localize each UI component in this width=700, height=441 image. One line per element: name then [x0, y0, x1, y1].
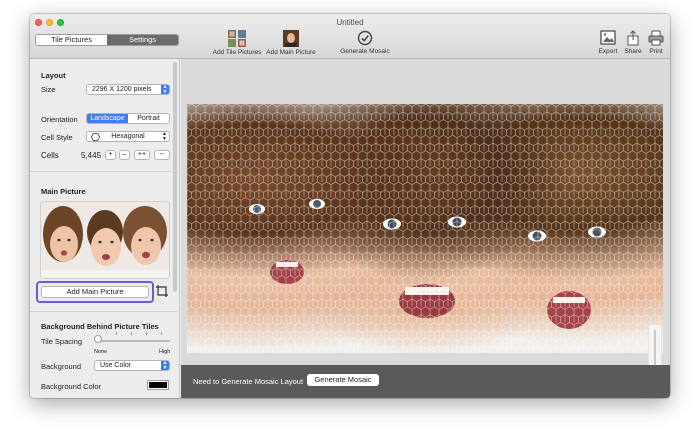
color-swatch	[149, 382, 167, 388]
sidebar-add-main-picture-button[interactable]: Add Main Picture	[41, 286, 149, 298]
status-generate-mosaic-button[interactable]: Generate Mosaic	[307, 374, 379, 386]
status-message: Need to Generate Mosaic Layout	[193, 377, 304, 386]
crop-icon[interactable]	[155, 284, 169, 298]
sidebar-tab-switcher: Tile Pictures Settings	[35, 34, 179, 46]
app-window: Untitled Tile Pictures Settings Add Tile…	[30, 14, 670, 398]
cells-decrease-button[interactable]: –	[119, 150, 130, 160]
section-divider	[30, 171, 178, 172]
section-divider	[30, 311, 178, 312]
window-title: Untitled	[336, 18, 364, 27]
slider-tick	[146, 332, 147, 335]
size-select[interactable]: 2296 X 1200 pixels ▲ ▼	[86, 84, 170, 95]
tile-spacing-label: Tile Spacing	[41, 337, 82, 346]
slider-tick	[131, 332, 132, 335]
main-picture-section-title: Main Picture	[41, 187, 86, 196]
export-button[interactable]: Export	[596, 30, 620, 55]
cell-style-label: Cell Style	[41, 133, 73, 142]
cells-increase-more-button[interactable]: ++	[134, 150, 150, 160]
slider-tick	[116, 332, 117, 335]
sidebar-scrollbar[interactable]	[173, 62, 177, 292]
cells-label: Cells	[41, 151, 59, 160]
portrait-picture-icon	[283, 30, 299, 47]
cells-increase-button[interactable]: +	[105, 150, 116, 160]
size-select-value: 2296 X 1200 pixels	[92, 86, 152, 93]
share-button[interactable]: Share	[622, 30, 644, 55]
background-color-well[interactable]	[147, 380, 169, 390]
generate-mosaic-label: Generate Mosaic	[340, 48, 390, 55]
orientation-landscape[interactable]: Landscape	[87, 114, 128, 123]
status-bar: Need to Generate Mosaic Layout Generate …	[181, 365, 670, 398]
tile-spacing-min-label: None	[94, 349, 108, 355]
mosaic-canvas-area: Need to Generate Mosaic Layout Generate …	[181, 59, 670, 398]
export-label: Export	[598, 48, 618, 55]
three-children-photo	[41, 202, 169, 278]
select-arrows-icon: ▲ ▼	[161, 84, 169, 95]
background-select[interactable]: Use Color ▲ ▼	[94, 360, 170, 371]
export-image-icon	[600, 30, 616, 45]
printer-icon	[648, 30, 664, 46]
tab-settings[interactable]: Settings	[107, 35, 178, 45]
generate-mosaic-button[interactable]: Generate Mosaic	[335, 30, 395, 55]
add-tile-pictures-button[interactable]: Add Tile Pictures	[210, 30, 264, 56]
add-main-picture-button[interactable]: Add Main Picture	[264, 30, 318, 56]
tile-grid-icon	[228, 30, 246, 47]
hexagon-icon	[91, 133, 100, 141]
add-main-picture-highlight: Add Main Picture	[36, 281, 154, 303]
tab-tile-pictures[interactable]: Tile Pictures	[36, 35, 107, 45]
hexagon-grid-overlay	[187, 104, 663, 353]
cell-style-select[interactable]: Hexagonal ▲ ▼	[86, 131, 170, 142]
background-label: Background	[41, 362, 82, 371]
add-tile-pictures-label: Add Tile Pictures	[212, 49, 262, 56]
tile-spacing-slider-track[interactable]	[96, 340, 170, 342]
background-select-value: Use Color	[100, 362, 132, 369]
print-label: Print	[649, 48, 663, 55]
toolbar: Untitled Tile Pictures Settings Add Tile…	[30, 14, 670, 59]
cell-style-value: Hexagonal	[111, 133, 145, 140]
select-arrows-icon: ▲ ▼	[161, 360, 169, 371]
orientation-toggle: Landscape Portrait	[86, 113, 170, 124]
cells-decrease-more-button[interactable]: --	[154, 150, 170, 160]
share-label: Share	[624, 48, 642, 55]
mosaic-preview-image[interactable]	[187, 104, 663, 353]
add-main-picture-label: Add Main Picture	[266, 49, 316, 56]
background-section-title: Background Behind Picture Tiles	[41, 322, 159, 331]
share-icon	[627, 30, 639, 46]
print-button[interactable]: Print	[645, 30, 667, 55]
size-label: Size	[41, 85, 56, 94]
main-picture-thumbnail	[40, 201, 170, 279]
orientation-portrait[interactable]: Portrait	[128, 114, 169, 123]
cells-count: 5,445	[81, 151, 102, 160]
tile-spacing-max-label: High	[159, 349, 171, 355]
chevron-updown-icon: ▲ ▼	[162, 131, 167, 142]
orientation-label: Orientation	[41, 115, 78, 124]
tile-spacing-slider-knob[interactable]	[94, 335, 102, 343]
layout-section-title: Layout	[41, 71, 66, 80]
slider-tick	[161, 332, 162, 335]
background-color-label: Background Color	[41, 382, 102, 391]
checkmark-circle-icon	[357, 30, 373, 46]
settings-sidebar: Layout Size 2296 X 1200 pixels ▲ ▼ Orient…	[30, 59, 180, 398]
